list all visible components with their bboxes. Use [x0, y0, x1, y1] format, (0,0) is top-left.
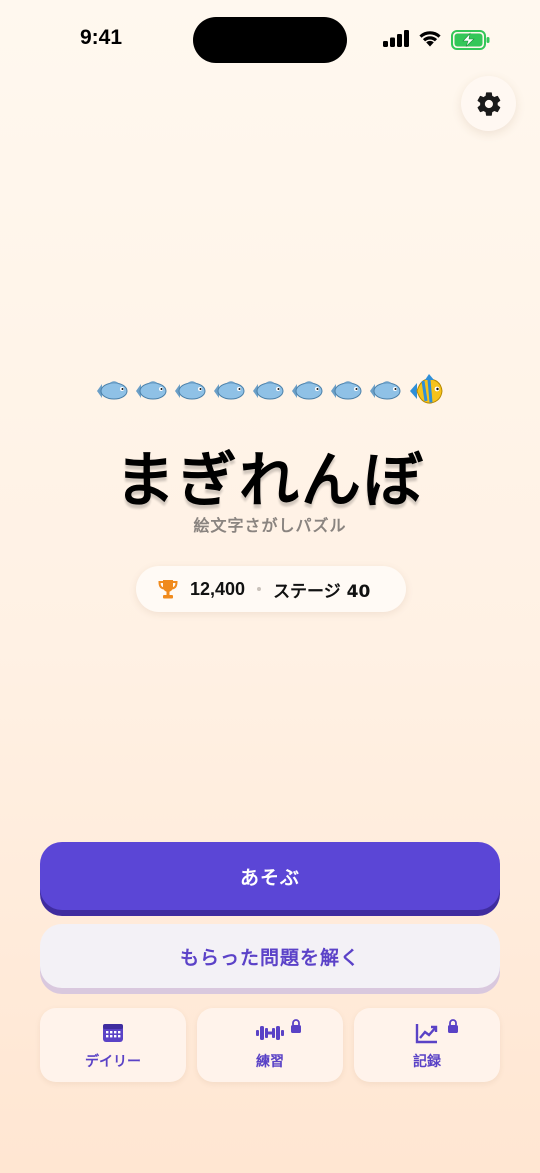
mode-tiles: デイリー 練習 記録 — [40, 1008, 500, 1082]
solve-received-puzzle-button[interactable]: もらった問題を解く — [40, 924, 500, 988]
settings-button[interactable] — [461, 76, 516, 131]
status-bar: 9:41 — [0, 0, 540, 80]
chart-up-icon — [415, 1024, 438, 1044]
separator-dot — [257, 587, 262, 591]
gear-icon — [477, 91, 500, 116]
dynamic-island — [193, 17, 347, 63]
fish-icon — [136, 381, 167, 400]
app-title: まぎれんぼ — [115, 446, 425, 516]
fish-icon — [253, 381, 284, 400]
wifi-icon — [419, 31, 441, 47]
tropical-fish-icon[interactable] — [407, 372, 445, 410]
practice-label: 練習 — [256, 1054, 284, 1070]
fish-icon — [331, 381, 362, 400]
fish-icon — [175, 381, 206, 400]
lock-icon — [291, 1019, 301, 1033]
app-subtitle: 絵文字さがしパズル — [193, 516, 347, 535]
records-tile[interactable]: 記録 — [354, 1008, 500, 1082]
battery-charging-icon — [451, 30, 490, 50]
cellular-signal-icon — [383, 30, 409, 47]
daily-tile[interactable]: デイリー — [40, 1008, 186, 1082]
stats-pill: 12,400 ステージ 40 — [136, 566, 406, 612]
trophy-icon — [158, 580, 178, 599]
records-label: 記録 — [413, 1054, 441, 1070]
calendar-icon — [103, 1024, 123, 1042]
stage-label: ステージ 40 — [273, 581, 371, 602]
dumbbell-icon — [256, 1026, 284, 1040]
daily-label: デイリー — [85, 1054, 141, 1070]
lock-icon — [448, 1019, 458, 1033]
score-value: 12,400 — [190, 578, 246, 599]
practice-tile[interactable]: 練習 — [197, 1008, 343, 1082]
fish-icon — [97, 381, 128, 400]
fish-icon — [292, 381, 323, 400]
fish-icon — [370, 381, 401, 400]
status-time: 9:41 — [80, 26, 123, 49]
play-button[interactable]: あそぶ — [40, 842, 500, 910]
emoji-row — [95, 370, 445, 412]
fish-icon — [214, 381, 245, 400]
